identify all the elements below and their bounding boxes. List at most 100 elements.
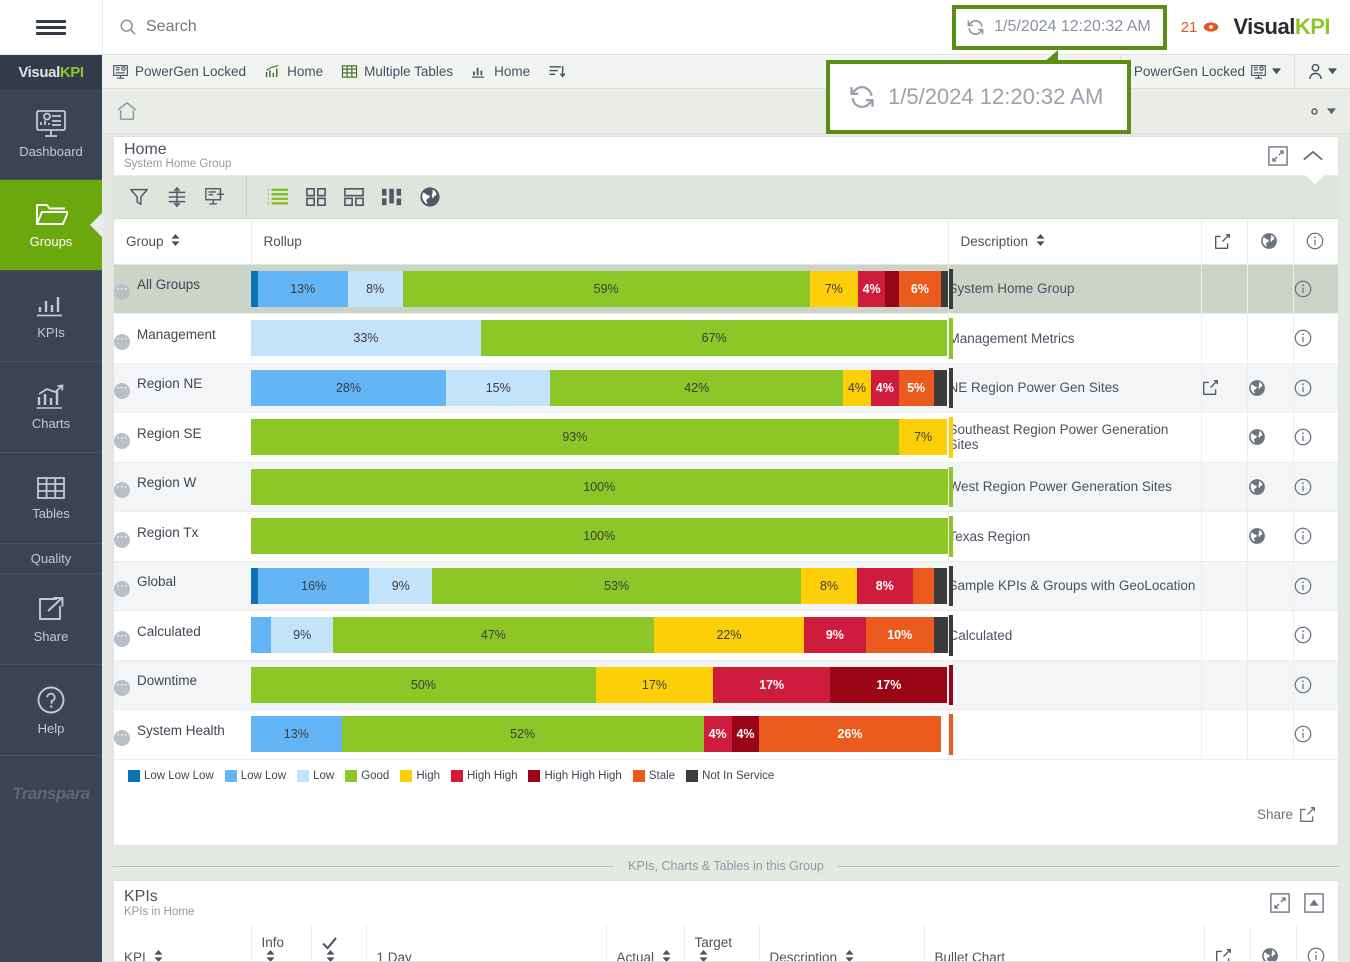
rollup-segment[interactable]	[251, 271, 258, 307]
info-icon[interactable]	[1294, 725, 1339, 743]
group-menu-icon[interactable]: ⋯	[114, 284, 130, 300]
rollup-segment[interactable]	[941, 271, 948, 307]
info-icon[interactable]	[1294, 280, 1339, 298]
chevron-up-icon[interactable]	[1302, 149, 1324, 163]
row-group-cell[interactable]: ⋯Calculated	[114, 611, 251, 661]
grid-view-icon[interactable]	[305, 187, 327, 207]
rollup-segment[interactable]: 8%	[801, 568, 857, 604]
row-group-cell[interactable]: ⋯Global	[114, 561, 251, 611]
legend-item[interactable]: Stale	[633, 770, 675, 782]
settings-menu[interactable]	[1305, 102, 1336, 121]
map-view-icon[interactable]	[419, 186, 441, 208]
context-selector-powergen[interactable]: PowerGen Locked	[1120, 55, 1294, 89]
rollup-segment[interactable]	[885, 271, 899, 307]
row-group-cell[interactable]: ⋯Region W	[114, 462, 251, 512]
external-link-icon[interactable]	[1202, 379, 1247, 396]
share-button[interactable]: Share	[114, 788, 1338, 823]
rollup-segment[interactable]: 5%	[899, 370, 934, 406]
row-info-cell[interactable]	[1293, 314, 1338, 364]
table-row[interactable]: ⋯Management33%67%Management Metrics	[114, 314, 1338, 364]
user-menu[interactable]	[1294, 55, 1350, 89]
column-header-kpi[interactable]: KPI	[114, 925, 251, 962]
table-row[interactable]: ⋯Region NE28%15%42%4%4%5%NE Region Power…	[114, 363, 1338, 413]
row-info-cell[interactable]	[1293, 462, 1338, 512]
rollup-segment[interactable]: 17%	[713, 667, 830, 703]
table-row[interactable]: ⋯Region Tx100%Texas Region	[114, 512, 1338, 562]
globe-icon[interactable]	[1248, 379, 1293, 397]
row-info-cell[interactable]	[1293, 561, 1338, 611]
info-icon[interactable]	[1294, 676, 1339, 694]
rollup-segment[interactable]: 22%	[654, 617, 804, 653]
info-icon[interactable]	[1294, 626, 1339, 644]
rollup-segment[interactable]: 53%	[432, 568, 801, 604]
rollup-segment[interactable]: 4%	[871, 370, 899, 406]
row-group-cell[interactable]: ⋯Management	[114, 314, 251, 364]
globe-icon[interactable]	[1248, 478, 1293, 496]
column-header-actual[interactable]: Actual	[606, 925, 684, 962]
search-input[interactable]	[146, 18, 546, 36]
rollup-segment[interactable]: 100%	[251, 469, 948, 505]
column-header-group[interactable]: Group	[114, 219, 251, 264]
table-row[interactable]: ⋯Region W100%West Region Power Generatio…	[114, 462, 1338, 512]
sidebar-item-kpis[interactable]: KPIs	[0, 271, 102, 362]
row-globe-cell[interactable]	[1247, 462, 1293, 512]
sidebar-item-tables[interactable]: Tables	[0, 453, 102, 544]
rollup-segment[interactable]: 47%	[333, 617, 654, 653]
row-info-cell[interactable]	[1293, 264, 1338, 314]
column-header-kpi-description[interactable]: Description	[759, 925, 924, 962]
row-group-cell[interactable]: ⋯System Health	[114, 710, 251, 760]
row-globe-cell[interactable]	[1247, 363, 1293, 413]
rollup-segment[interactable]	[934, 617, 948, 653]
info-icon[interactable]	[1294, 577, 1339, 595]
rollup-segment[interactable]: 26%	[759, 716, 940, 752]
sort-icon[interactable]	[166, 186, 188, 208]
rollup-segment[interactable]: 10%	[866, 617, 934, 653]
row-info-cell[interactable]	[1293, 660, 1338, 710]
expand-icon[interactable]	[1270, 893, 1290, 913]
rollup-segment[interactable]	[251, 617, 271, 653]
rollup-segment[interactable]: 52%	[342, 716, 704, 752]
list-view-icon[interactable]	[267, 187, 289, 207]
rollup-segment[interactable]: 50%	[251, 667, 596, 703]
info-icon[interactable]	[1294, 329, 1339, 347]
rollup-segment[interactable]: 33%	[251, 320, 481, 356]
rollup-segment[interactable]: 4%	[858, 271, 886, 307]
legend-item[interactable]: High High	[451, 770, 518, 782]
table-row[interactable]: ⋯System Health13%52%4%4%26%	[114, 710, 1338, 760]
add-to-dashboard-icon[interactable]	[204, 186, 226, 208]
table-row[interactable]: ⋯Downtime50%17%17%17%	[114, 660, 1338, 710]
column-header-check[interactable]	[311, 925, 366, 962]
rollup-segment[interactable]: 7%	[899, 419, 948, 455]
group-menu-icon[interactable]: ⋯	[114, 433, 130, 449]
rollup-segment[interactable]: 9%	[271, 617, 332, 653]
row-globe-cell[interactable]	[1247, 413, 1293, 463]
tab-multiple-tables[interactable]: Multiple Tables	[341, 64, 453, 79]
legend-item[interactable]: Good	[345, 770, 389, 782]
group-menu-icon[interactable]: ⋯	[114, 730, 130, 746]
globe-icon[interactable]	[1248, 428, 1293, 446]
row-group-cell[interactable]: ⋯Downtime	[114, 660, 251, 710]
table-row[interactable]: ⋯Global16%9%53%8%8%Sample KPIs & Groups …	[114, 561, 1338, 611]
globe-icon[interactable]	[1248, 527, 1293, 545]
rollup-segment[interactable]: 15%	[446, 370, 550, 406]
sidebar-item-charts[interactable]: Charts	[0, 362, 102, 453]
rollup-segment[interactable]	[934, 370, 948, 406]
tab-home-kpi[interactable]: Home	[471, 64, 530, 79]
group-menu-icon[interactable]: ⋯	[114, 482, 130, 498]
column-header-description[interactable]: Description	[948, 219, 1201, 264]
rollup-segment[interactable]: 93%	[251, 419, 899, 455]
sidebar-item-groups[interactable]: Groups	[0, 180, 102, 271]
rollup-segment[interactable]: 17%	[830, 667, 947, 703]
row-info-cell[interactable]	[1293, 363, 1338, 413]
rollup-segment[interactable]: 16%	[258, 568, 369, 604]
rollup-segment[interactable]: 42%	[550, 370, 843, 406]
sidebar-item-share[interactable]: Share	[0, 574, 102, 665]
rollup-segment[interactable]: 13%	[258, 271, 348, 307]
eye-icon[interactable]	[1203, 21, 1219, 33]
rollup-segment[interactable]: 28%	[251, 370, 446, 406]
rollup-segment[interactable]: 4%	[704, 716, 732, 752]
rollup-segment[interactable]: 67%	[481, 320, 948, 356]
info-icon[interactable]	[1294, 428, 1339, 446]
legend-item[interactable]: Low Low Low	[128, 770, 214, 782]
rollup-segment[interactable]: 4%	[732, 716, 760, 752]
